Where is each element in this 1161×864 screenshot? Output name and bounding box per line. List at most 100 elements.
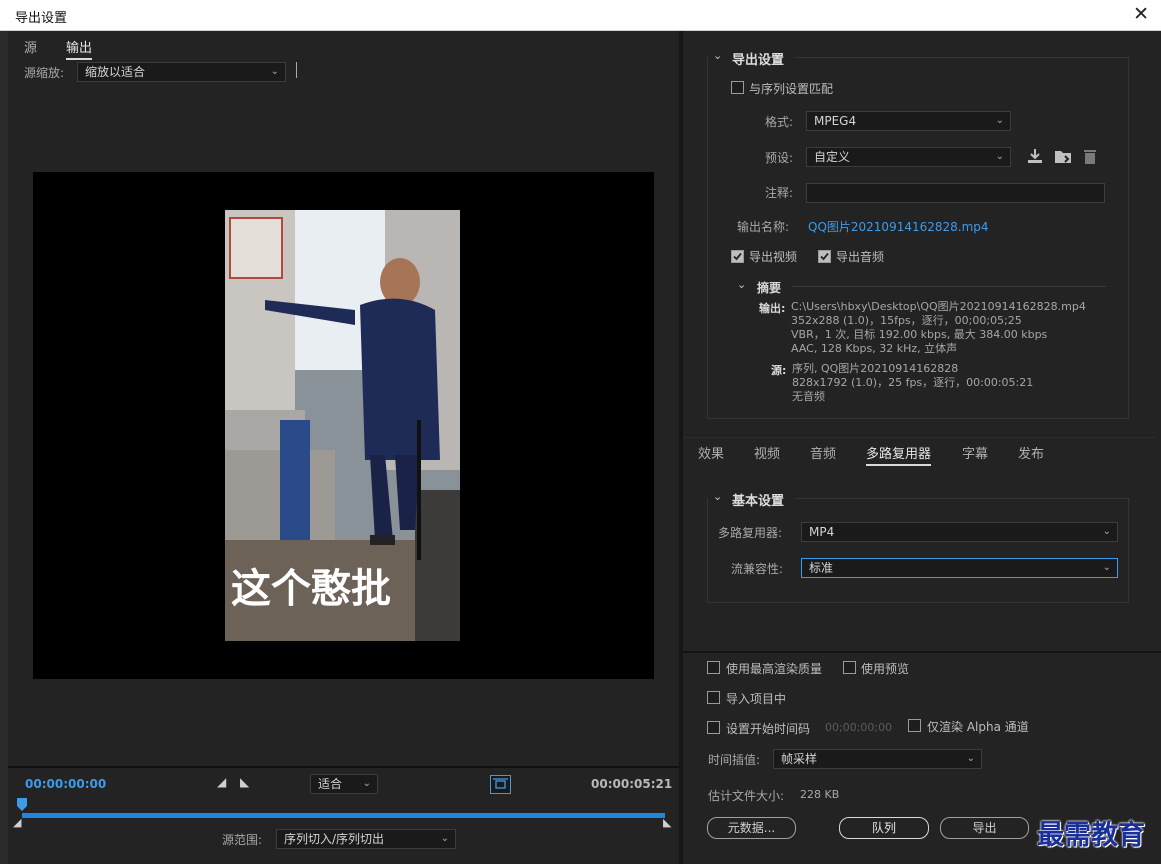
tab-publish[interactable]: 发布 (1018, 443, 1044, 462)
video-caption: 这个憨批 (231, 566, 391, 612)
watermark-logo: 最需教育 (1037, 820, 1145, 851)
source-scale-label: 源缩放: (24, 66, 65, 80)
summary-output-label: 输出: (759, 302, 786, 315)
title-bar: 导出设置 ✕ (0, 0, 1161, 31)
text-cursor (296, 62, 297, 78)
out-point-icon[interactable]: ◣ (663, 816, 671, 829)
match-sequence-checkbox[interactable] (731, 81, 744, 94)
delete-preset-icon[interactable] (1082, 147, 1098, 168)
metadata-button[interactable]: 元数据... (707, 817, 796, 839)
source-range-dropdown[interactable]: 序列切入/序列切出 ⌄ (276, 829, 456, 849)
export-video-checkbox[interactable] (731, 250, 744, 263)
export-audio-checkbox[interactable] (818, 250, 831, 263)
tab-video[interactable]: 视频 (754, 443, 780, 462)
basic-settings-box (707, 498, 1129, 603)
summary-source-block: 序列, QQ图片20210914162828 828x1792 (1.0)，25… (792, 362, 1112, 404)
chevron-down-icon: ⌄ (1102, 562, 1111, 573)
summary-rule (792, 286, 1106, 287)
max-render-label: 使用最高渲染质量 (726, 662, 823, 676)
in-point-icon[interactable]: ◢ (13, 816, 21, 829)
summary-source-line: 序列, QQ图片20210914162828 (792, 362, 959, 375)
mark-in-icon[interactable]: ◢ (217, 775, 226, 789)
tab-source[interactable]: 源 (24, 37, 37, 56)
est-size-label: 估计文件大小: (708, 789, 785, 803)
stream-compat-value: 标准 (809, 561, 834, 575)
alpha-only-label: 仅渲染 Alpha 通道 (927, 720, 1029, 734)
chevron-down-icon: ⌄ (1102, 526, 1111, 537)
multiplexer-dropdown[interactable]: MP4 ⌄ (801, 522, 1118, 542)
tab-output[interactable]: 输出 (66, 37, 93, 60)
aspect-toggle-icon[interactable] (490, 775, 511, 794)
export-audio-label: 导出音频 (836, 250, 885, 264)
summary-chevron-icon[interactable]: ⌄ (737, 278, 746, 291)
time-interp-value: 帧采样 (781, 752, 818, 766)
import-preset-icon[interactable] (1053, 147, 1073, 168)
tab-audio[interactable]: 音频 (810, 443, 836, 462)
format-dropdown[interactable]: MPEG4 ⌄ (806, 111, 1011, 131)
section-rule (795, 498, 1130, 499)
section-rule (795, 57, 1130, 58)
mark-out-icon[interactable]: ◣ (240, 775, 249, 789)
comment-label: 注释: (765, 186, 794, 200)
time-interp-label: 时间插值: (708, 753, 761, 767)
start-tc-label: 设置开始时间码 (726, 722, 811, 736)
output-name-label: 输出名称: (737, 220, 790, 234)
summary-source-label: 源: (771, 364, 787, 377)
summary-header: 摘要 (757, 281, 782, 295)
bottom-separator (683, 651, 1161, 653)
background-app-strip (0, 31, 8, 864)
use-preview-label: 使用预览 (861, 662, 910, 676)
match-sequence-label: 与序列设置匹配 (749, 82, 834, 96)
fit-value: 适合 (318, 777, 343, 791)
summary-source-line: 828x1792 (1.0)，25 fps，逐行，00:00:05:21 (792, 376, 1034, 389)
export-video-label: 导出视频 (749, 250, 798, 264)
chevron-down-icon: ⌄ (440, 833, 449, 844)
summary-output-line: VBR，1 次, 目标 192.00 kbps, 最大 384.00 kbps (791, 328, 1048, 341)
tab-effects[interactable]: 效果 (698, 443, 724, 462)
window-title: 导出设置 (15, 11, 68, 26)
alpha-only-checkbox[interactable] (908, 719, 921, 732)
tab-captions[interactable]: 字幕 (962, 443, 988, 462)
source-range-label: 源范围: (222, 833, 263, 847)
format-value: MPEG4 (814, 114, 857, 128)
video-frame: 这个憨批 (225, 210, 460, 641)
save-preset-icon[interactable] (1026, 147, 1044, 168)
queue-button[interactable]: 队列 (839, 817, 929, 839)
import-project-checkbox[interactable] (707, 691, 720, 704)
timeline-track[interactable] (22, 813, 665, 818)
max-render-checkbox[interactable] (707, 661, 720, 674)
chevron-down-icon: ⌄ (995, 115, 1004, 126)
time-interp-dropdown[interactable]: 帧采样 ⌄ (773, 749, 982, 769)
multiplexer-value: MP4 (809, 525, 835, 539)
tab-multiplexer[interactable]: 多路复用器 (866, 443, 932, 466)
timeline-start-timecode[interactable]: 00:00:00:00 (25, 777, 106, 791)
playhead-icon[interactable] (16, 798, 28, 812)
timeline-separator (8, 766, 679, 768)
est-size-value: 228 KB (800, 788, 840, 801)
preset-dropdown[interactable]: 自定义 ⌄ (806, 147, 1011, 167)
chevron-down-icon: ⌄ (995, 151, 1004, 162)
preset-label: 预设: (765, 151, 794, 165)
import-project-label: 导入项目中 (726, 692, 787, 706)
output-name-link[interactable]: QQ图片20210914162828.mp4 (808, 218, 989, 235)
summary-output-line: 352x288 (1.0)，15fps，逐行，00;00;05;25 (791, 314, 1022, 327)
source-range-value: 序列切入/序列切出 (284, 832, 385, 846)
fit-dropdown[interactable]: 适合 ⌄ (310, 774, 378, 794)
format-label: 格式: (765, 115, 794, 129)
export-button[interactable]: 导出 (940, 817, 1029, 839)
start-tc-value[interactable]: 00;00;00;00 (825, 721, 892, 734)
start-tc-checkbox[interactable] (707, 721, 720, 734)
stream-compat-label: 流兼容性: (731, 562, 784, 576)
use-preview-checkbox[interactable] (843, 661, 856, 674)
close-icon[interactable]: ✕ (1133, 3, 1149, 25)
chevron-down-icon: ⌄ (270, 66, 279, 77)
chevron-down-icon: ⌄ (966, 753, 975, 764)
comment-input[interactable] (806, 183, 1105, 203)
source-scale-dropdown[interactable]: 缩放以适合 ⌄ (77, 62, 286, 82)
summary-output-line: C:\Users\hbxy\Desktop\QQ图片20210914162828… (791, 300, 1086, 313)
summary-source-line: 无音频 (792, 390, 825, 403)
stream-compat-dropdown[interactable]: 标准 ⌄ (801, 558, 1118, 578)
preset-value: 自定义 (814, 150, 851, 164)
summary-output-line: AAC, 128 Kbps, 32 kHz, 立体声 (791, 342, 958, 355)
chevron-down-icon: ⌄ (362, 778, 371, 789)
